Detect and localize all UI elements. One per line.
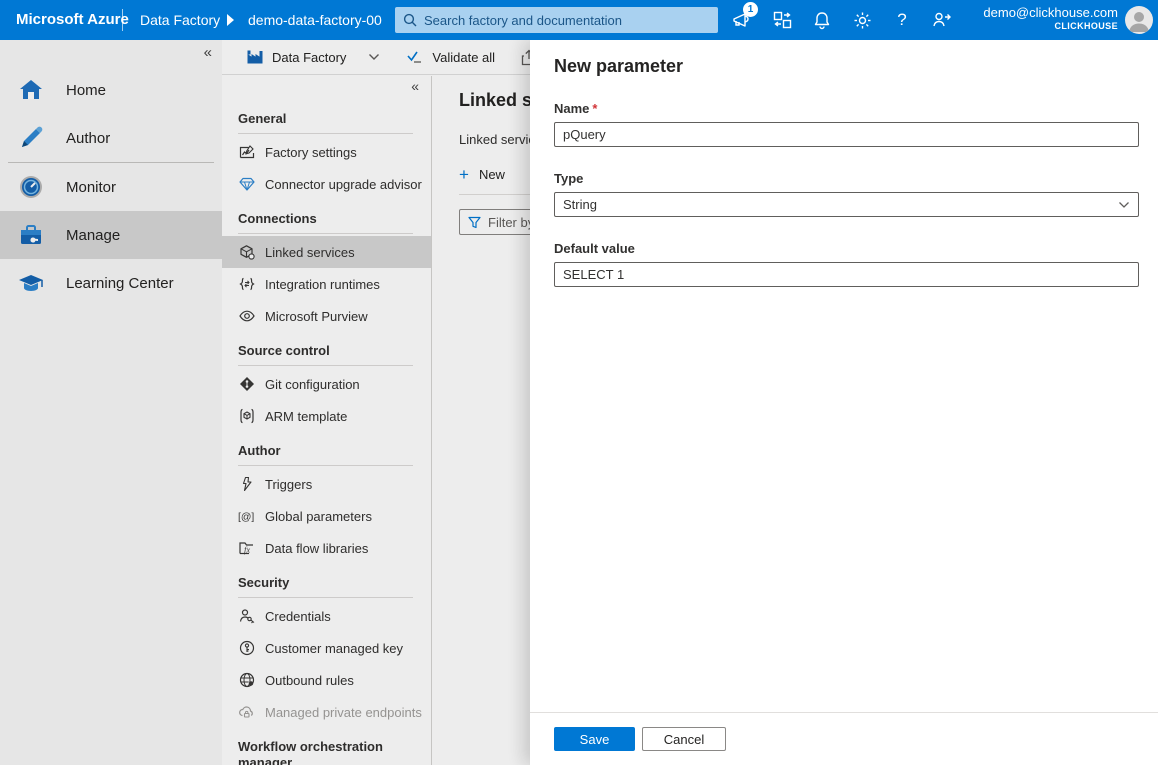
search-input[interactable] (424, 13, 710, 28)
default-value-label: Default value (554, 241, 1139, 256)
type-label: Type (554, 171, 1139, 186)
name-label: Name* (554, 101, 1139, 116)
name-label-text: Name (554, 101, 589, 116)
announcements-button[interactable]: 1 (722, 0, 762, 40)
feedback-button[interactable] (922, 0, 962, 40)
settings-gear-button[interactable] (842, 0, 882, 40)
switch-resource-button[interactable] (762, 0, 802, 40)
account-tenant: CLICKHOUSE (983, 21, 1118, 32)
breadcrumb-caret-icon (227, 14, 234, 26)
account-email: demo@clickhouse.com (983, 5, 1118, 21)
chevron-down-icon (1118, 201, 1130, 209)
flyout-footer: Save Cancel (530, 712, 1158, 765)
help-button[interactable]: ? (882, 0, 922, 40)
save-button[interactable]: Save (554, 727, 635, 751)
type-dropdown-value: String (563, 197, 597, 212)
account-info[interactable]: demo@clickhouse.com CLICKHOUSE (983, 0, 1118, 40)
notification-badge: 1 (743, 2, 758, 17)
notifications-bell-button[interactable] (802, 0, 842, 40)
default-value-field[interactable] (554, 262, 1139, 287)
breadcrumb-app[interactable]: Data Factory (140, 0, 220, 40)
required-asterisk: * (592, 101, 597, 116)
flyout-title: New parameter (554, 56, 1139, 77)
new-parameter-flyout: New parameter Name* Type String Default … (530, 40, 1158, 765)
topbar-icons: 1 ? (722, 0, 962, 40)
flyout-scrim (0, 40, 530, 765)
topbar-divider (122, 9, 123, 31)
search-icon (403, 13, 417, 27)
breadcrumb-factory-name: demo-data-factory-00 (248, 0, 382, 40)
global-search[interactable] (395, 7, 718, 33)
cancel-button[interactable]: Cancel (642, 727, 726, 751)
azure-brand[interactable]: Microsoft Azure (16, 0, 129, 40)
name-field[interactable] (554, 122, 1139, 147)
type-dropdown[interactable]: String (554, 192, 1139, 217)
avatar[interactable] (1125, 6, 1153, 34)
top-bar: Microsoft Azure Data Factory demo-data-f… (0, 0, 1158, 40)
